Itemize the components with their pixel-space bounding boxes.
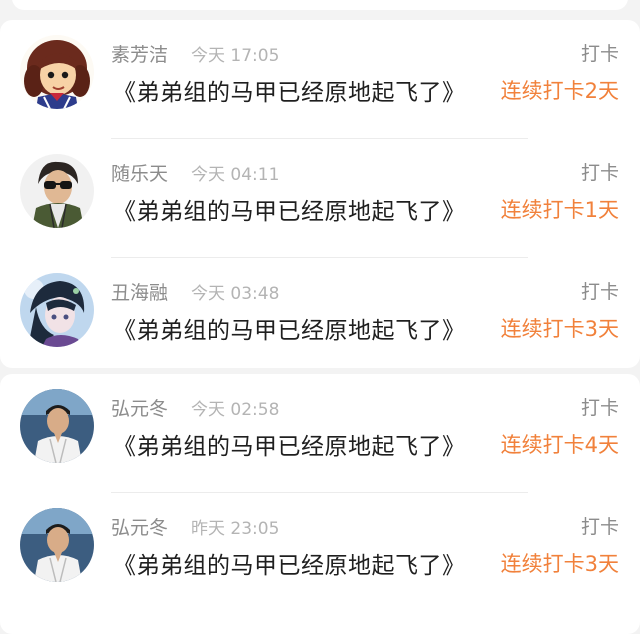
checkin-type-label: 打卡 <box>580 516 619 538</box>
post-title[interactable]: 《弟弟组的马甲已经原地起飞了》 <box>113 427 466 461</box>
streak-label: 连续打卡3天 <box>500 552 619 576</box>
avatar[interactable] <box>20 154 94 228</box>
timestamp: 今天 17:05 <box>191 46 280 66</box>
username[interactable]: 素芳洁 <box>111 40 168 67</box>
checkin-entry[interactable]: 弘元冬 今天 02:58 打卡 《弟弟组的马甲已经原地起飞了》 连续打卡4天 <box>0 374 640 493</box>
username[interactable]: 丑海融 <box>111 278 168 305</box>
streak-label: 连续打卡2天 <box>500 79 619 103</box>
checkin-card: 弘元冬 今天 02:58 打卡 《弟弟组的马甲已经原地起飞了》 连续打卡4天 弘… <box>0 374 640 634</box>
post-title[interactable]: 《弟弟组的马甲已经原地起飞了》 <box>113 311 466 345</box>
checkin-entry[interactable]: 丑海融 今天 03:48 打卡 《弟弟组的马甲已经原地起飞了》 连续打卡3天 <box>0 258 640 377</box>
username[interactable]: 弘元冬 <box>111 394 168 421</box>
timestamp: 今天 04:11 <box>191 165 280 185</box>
checkin-type-label: 打卡 <box>580 43 619 65</box>
timestamp: 今天 02:58 <box>191 400 280 420</box>
checkin-type-label: 打卡 <box>580 397 619 419</box>
username[interactable]: 随乐天 <box>111 159 168 186</box>
checkin-entry[interactable]: 素芳洁 今天 17:05 打卡 《弟弟组的马甲已经原地起飞了》 连续打卡2天 <box>0 20 640 139</box>
avatar[interactable] <box>20 35 94 109</box>
avatar[interactable] <box>20 508 94 582</box>
post-title[interactable]: 《弟弟组的马甲已经原地起飞了》 <box>113 192 466 226</box>
previous-card-edge <box>12 0 628 10</box>
checkin-type-label: 打卡 <box>580 162 619 184</box>
checkin-feed: 素芳洁 今天 17:05 打卡 《弟弟组的马甲已经原地起飞了》 连续打卡2天 随… <box>0 20 640 634</box>
post-title[interactable]: 《弟弟组的马甲已经原地起飞了》 <box>113 73 466 107</box>
avatar[interactable] <box>20 389 94 463</box>
username[interactable]: 弘元冬 <box>111 513 168 540</box>
streak-label: 连续打卡3天 <box>500 317 619 341</box>
checkin-type-label: 打卡 <box>580 281 619 303</box>
avatar[interactable] <box>20 273 94 347</box>
post-title[interactable]: 《弟弟组的马甲已经原地起飞了》 <box>113 546 466 580</box>
streak-label: 连续打卡1天 <box>500 198 619 222</box>
checkin-entry[interactable]: 弘元冬 昨天 23:05 打卡 《弟弟组的马甲已经原地起飞了》 连续打卡3天 <box>0 493 640 612</box>
timestamp: 今天 03:48 <box>191 284 280 304</box>
checkin-entry[interactable]: 随乐天 今天 04:11 打卡 《弟弟组的马甲已经原地起飞了》 连续打卡1天 <box>0 139 640 258</box>
streak-label: 连续打卡4天 <box>500 433 619 457</box>
checkin-card: 素芳洁 今天 17:05 打卡 《弟弟组的马甲已经原地起飞了》 连续打卡2天 随… <box>0 20 640 368</box>
timestamp: 昨天 23:05 <box>191 519 280 539</box>
